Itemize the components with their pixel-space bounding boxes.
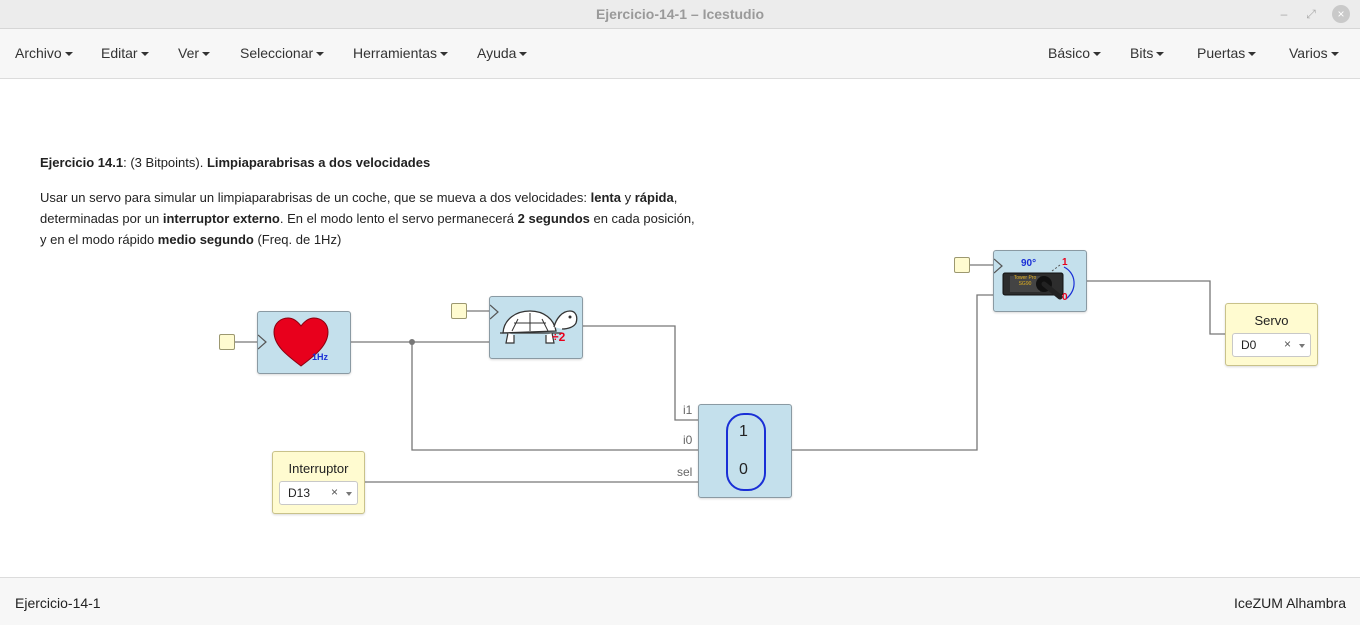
menu-ayuda[interactable]: Ayuda	[477, 45, 528, 61]
switch-pin-value: D13	[288, 486, 311, 500]
menu-herramientas[interactable]: Herramientas	[353, 45, 449, 61]
status-bar: Ejercicio-14-1 IceZUM Alhambra	[0, 577, 1360, 625]
port-i1-label: i1	[683, 403, 693, 417]
chevron-down-icon	[440, 52, 449, 57]
chevron-down-icon	[316, 52, 325, 57]
chevron-down-icon	[1156, 52, 1165, 57]
turtle-divider-block[interactable]: ÷2	[489, 296, 583, 359]
menu-bar: Archivo Editar Ver Seleccionar Herramien…	[0, 29, 1360, 79]
wire-mux-servo	[790, 294, 993, 451]
chevron-down-icon[interactable]	[346, 492, 352, 496]
turtle-icon	[490, 304, 578, 344]
menu-bits[interactable]: Bits	[1130, 45, 1165, 61]
clock-input-tick[interactable]	[219, 334, 235, 350]
wire-servo-output	[1085, 280, 1226, 335]
heart-clock-block[interactable]: 1Hz	[257, 311, 351, 374]
wire-turtle-mux-i1	[581, 325, 698, 421]
menu-ver[interactable]: Ver	[178, 45, 211, 61]
mux-input-0-label: 0	[739, 461, 748, 478]
servo-pin-select[interactable]: D0 ×	[1232, 333, 1311, 357]
servo-icon	[994, 258, 1075, 300]
wire-junction	[409, 339, 415, 345]
menu-editar[interactable]: Editar	[101, 45, 149, 61]
servo-mark-0: 0	[1062, 292, 1068, 303]
project-name: Ejercicio-14-1	[15, 595, 101, 611]
switch-pin-select[interactable]: D13 ×	[279, 481, 358, 505]
clear-icon[interactable]: ×	[331, 485, 338, 499]
chevron-down-icon	[1248, 52, 1257, 57]
exercise-title: Ejercicio 14.1: (3 Bitpoints). Limpiapar…	[40, 155, 431, 170]
frequency-label: 1Hz	[312, 352, 329, 362]
mux-input-1-label: 1	[739, 423, 748, 440]
chevron-down-icon	[140, 52, 149, 57]
clear-icon[interactable]: ×	[1284, 337, 1291, 351]
chevron-down-icon	[1093, 52, 1102, 57]
servo-controller-block[interactable]: 90° 1 0 Tower Pro SG90	[993, 250, 1087, 312]
menu-archivo[interactable]: Archivo	[15, 45, 73, 61]
menu-seleccionar[interactable]: Seleccionar	[240, 45, 325, 61]
chevron-down-icon	[519, 52, 528, 57]
clock-input-tick[interactable]	[954, 257, 970, 273]
minimize-icon[interactable]: –	[1275, 5, 1293, 23]
servo-output-block[interactable]: Servo D0 ×	[1225, 303, 1318, 366]
window-title: Ejercicio-14-1 – Icestudio	[595, 6, 765, 22]
menu-varios[interactable]: Varios	[1289, 45, 1339, 61]
clock-input-tick[interactable]	[451, 303, 467, 319]
servo-mark-1: 1	[1062, 257, 1068, 268]
servo-pin-value: D0	[1241, 338, 1257, 352]
servo-brand-label: Tower Pro SG90	[1013, 275, 1037, 287]
chevron-down-icon	[202, 52, 211, 57]
port-i0-label: i0	[683, 433, 693, 447]
close-icon[interactable]: ×	[1332, 5, 1350, 23]
servo-angle-label: 90°	[1021, 258, 1037, 269]
port-sel-label: sel	[677, 465, 693, 479]
chevron-down-icon	[64, 52, 73, 57]
switch-input-block[interactable]: Interruptor D13 ×	[272, 451, 365, 514]
exercise-text: Usar un servo para simular un limpiapara…	[40, 190, 695, 247]
mux-block[interactable]: 1 0	[698, 404, 792, 498]
menu-basico[interactable]: Básico	[1048, 45, 1102, 61]
menu-puertas[interactable]: Puertas	[1197, 45, 1257, 61]
chevron-down-icon[interactable]	[1299, 344, 1305, 348]
divider-label: ÷2	[552, 330, 566, 344]
title-bar: Ejercicio-14-1 – Icestudio – ⤢ ×	[0, 0, 1360, 29]
switch-input-label: Interruptor	[288, 461, 349, 476]
exercise-description: Ejercicio 14.1: (3 Bitpoints). Limpiapar…	[40, 152, 700, 250]
heart-icon	[258, 317, 329, 367]
servo-output-label: Servo	[1254, 313, 1289, 328]
restore-icon[interactable]: ⤢	[1302, 5, 1320, 23]
board-name[interactable]: IceZUM Alhambra	[1234, 595, 1346, 611]
chevron-down-icon	[1330, 52, 1339, 57]
